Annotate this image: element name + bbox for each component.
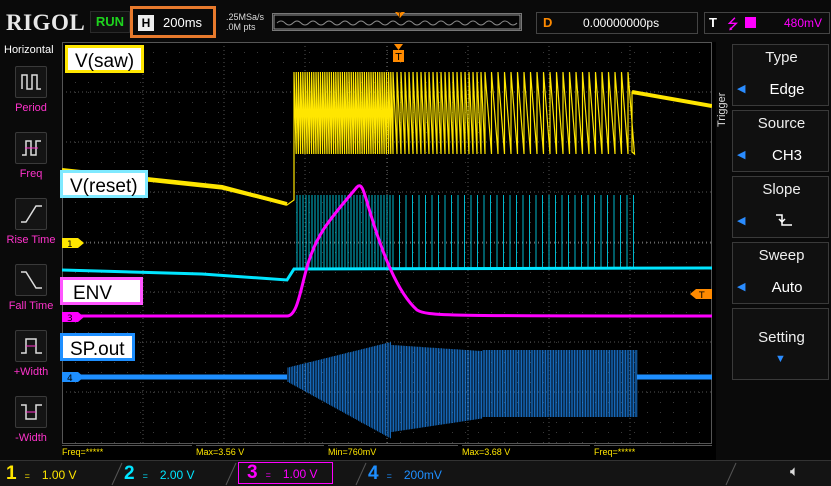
ch4-number: 4 (368, 463, 379, 484)
menu-arrow-icon: ◀ (737, 215, 746, 227)
svg-text:1: 1 (67, 240, 73, 250)
measurement-item[interactable]: Max=3.56 V (196, 445, 324, 458)
trigger-type-title: Type (765, 49, 798, 66)
measurement-item[interactable]: Min=760mV (328, 445, 458, 458)
memory-depth: .0M pts (226, 22, 256, 32)
measure-fall-time-button[interactable]: Fall Time (0, 264, 62, 312)
trigger-setting-button[interactable]: Setting ▼ (732, 308, 829, 380)
status-bar: RIGOL RUN H 200ms .25MSa/s .0M pts T D 0… (0, 0, 831, 42)
speaker-icon[interactable]: 🔈︎ (790, 463, 799, 480)
fall-time-label: Fall Time (8, 300, 54, 312)
measure-rise-time-button[interactable]: Rise Time (0, 198, 62, 246)
menu-arrow-icon: ◀ (737, 281, 746, 293)
env-annotation: ENV (60, 277, 144, 305)
measurement-item[interactable]: Freq=***** (594, 445, 712, 458)
measure-negative-width-button[interactable]: -Width (0, 396, 62, 444)
dc-coupling-icon: = (24, 471, 30, 481)
trigger-sweep-value: Auto (771, 279, 803, 296)
timebase-value: 200ms (163, 15, 203, 30)
chevron-down-icon: ▼ (775, 353, 786, 365)
svg-text:T: T (698, 291, 705, 301)
ch4-settings[interactable]: 4 = 200mV (368, 464, 442, 484)
waveform-display[interactable]: T 1 3 4 T (62, 42, 712, 444)
positive-width-label: +Width (13, 366, 49, 378)
ch3-number: 3 (247, 462, 258, 483)
dc-coupling-icon: = (386, 471, 392, 481)
svg-text:T: T (395, 52, 403, 63)
trigger-source-icon (745, 17, 756, 28)
ch1-settings[interactable]: 1 = 1.00 V (6, 464, 77, 484)
trigger-source-title: Source (757, 115, 806, 132)
ch1-scale: 1.00 V (41, 468, 77, 482)
trigger-setting-title: Setting (758, 329, 805, 346)
negative-width-label: -Width (15, 432, 47, 444)
svg-text:3: 3 (67, 314, 73, 324)
delay-icon: D (543, 15, 553, 30)
svg-text:4: 4 (67, 374, 73, 384)
separator (355, 462, 367, 486)
measurement-bar: Freq=***** Max=3.56 V Min=760mV Max=3.68… (62, 444, 712, 458)
memory-waveform-overview: T (272, 12, 522, 31)
rise-time-label: Rise Time (6, 234, 56, 246)
trigger-position-icon: T (395, 12, 405, 19)
spout-annotation: SP.out (60, 333, 135, 361)
ch2-scale: 2.00 V (159, 468, 195, 482)
trigger-delay-display[interactable]: D 0.00000000ps (536, 12, 698, 34)
ch3-scale: 1.00 V (282, 467, 318, 481)
trigger-sweep-button[interactable]: Sweep ◀ Auto (732, 242, 829, 304)
trigger-type-button[interactable]: Type ◀ Edge (732, 44, 829, 106)
acquisition-info: .25MSa/s .0M pts (226, 12, 264, 32)
reset-annotation: V(reset) (60, 170, 148, 198)
dc-coupling-icon: = (142, 471, 148, 481)
trigger-type-value: Edge (769, 81, 805, 98)
brand-logo: RIGOL (6, 10, 86, 35)
trigger-slope-button[interactable]: Slope ◀ (732, 176, 829, 238)
freq-label: Freq (19, 168, 43, 180)
delay-value: 0.00000000ps (583, 16, 660, 30)
trigger-sweep-title: Sweep (758, 247, 805, 264)
rise-time-icon (15, 198, 47, 230)
trigger-icon: T (709, 15, 717, 30)
trigger-menu-tab[interactable]: Trigger (716, 70, 730, 150)
trigger-slope-title: Slope (762, 181, 801, 198)
period-icon (15, 66, 47, 98)
trigger-level-value: 480mV (784, 16, 823, 30)
trigger-menu: Trigger Type ◀ Edge Source ◀ CH3 Slope ◀… (716, 42, 831, 460)
period-label: Period (15, 102, 47, 114)
separator (111, 462, 123, 486)
freq-icon (15, 132, 47, 164)
channel-bar: 1 = 1.00 V 2 = 2.00 V 3 = 1.00 V 4 = 200mV 🔈︎ (0, 460, 831, 486)
ch4-scale: 200mV (403, 468, 442, 482)
negative-width-icon (15, 396, 47, 428)
measure-period-button[interactable]: Period (0, 66, 62, 114)
ch3-settings[interactable]: 3 = 1.00 V (238, 462, 333, 484)
timebase-display[interactable]: H 200ms (130, 6, 216, 38)
trigger-source-value: CH3 (771, 147, 802, 164)
menu-title: Horizontal (4, 44, 54, 56)
menu-arrow-icon: ◀ (737, 83, 746, 95)
fall-time-icon (15, 264, 47, 296)
trigger-slope-icon: ⭍ (727, 16, 739, 32)
separator (725, 462, 737, 486)
falling-edge-icon (776, 214, 792, 226)
horizontal-icon: H (138, 15, 154, 31)
measurement-item[interactable]: Freq=***** (62, 445, 192, 458)
measure-freq-button[interactable]: Freq (0, 132, 62, 180)
measure-positive-width-button[interactable]: +Width (0, 330, 62, 378)
trigger-source-button[interactable]: Source ◀ CH3 (732, 110, 829, 172)
horizontal-measure-menu: Horizontal Period Freq Rise Time Fall Ti… (0, 42, 62, 460)
ch1-number: 1 (6, 463, 17, 484)
positive-width-icon (15, 330, 47, 362)
menu-arrow-icon: ◀ (737, 149, 746, 161)
ch2-number: 2 (124, 463, 135, 484)
separator (225, 462, 237, 486)
ch2-settings[interactable]: 2 = 2.00 V (124, 464, 195, 484)
sample-rate: .25MSa/s (226, 12, 265, 22)
saw-annotation: V(saw) (65, 45, 145, 73)
dc-coupling-icon: = (265, 470, 271, 480)
run-stop-indicator[interactable]: RUN (90, 11, 130, 33)
trigger-level-display[interactable]: T ⭍ 480mV (704, 12, 830, 34)
measurement-item[interactable]: Max=3.68 V (462, 445, 590, 458)
svg-text:T: T (397, 12, 402, 19)
